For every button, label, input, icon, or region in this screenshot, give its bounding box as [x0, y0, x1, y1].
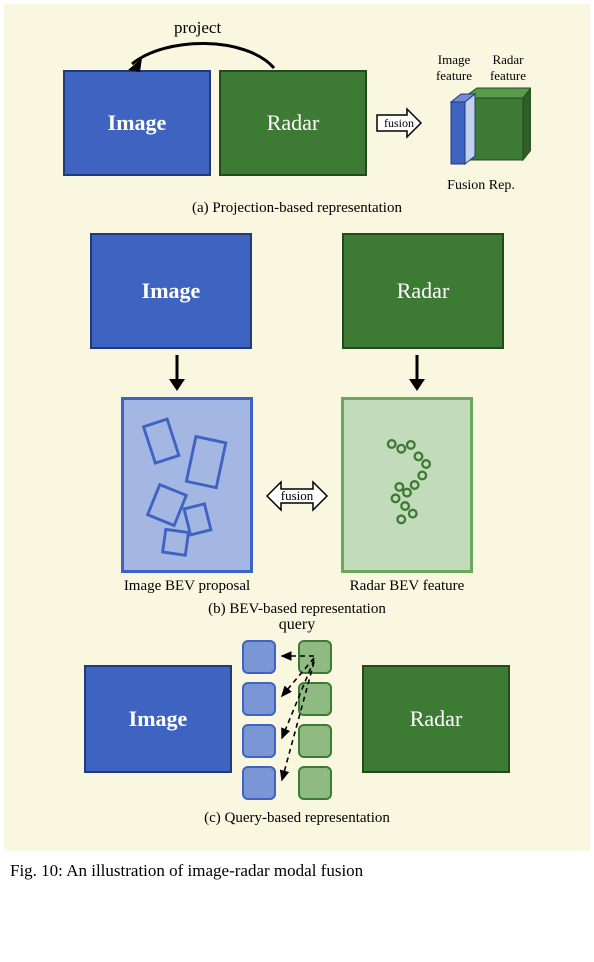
bev-radar-label: Radar BEV feature: [350, 577, 465, 595]
bev-proposals-icon: [124, 400, 250, 570]
bev-radar-box: [341, 397, 473, 573]
image-label-c: Image: [129, 706, 188, 732]
fusion-biarrow-icon: fusion: [265, 478, 329, 514]
query-token-icon: [242, 724, 276, 758]
bev-points-icon: [344, 400, 470, 570]
radar-label-c: Radar: [410, 706, 463, 732]
fusion-arrow-icon-a: fusion: [375, 107, 423, 139]
image-block-c: Image: [84, 665, 232, 773]
bev-image-box: [121, 397, 253, 573]
section-b: Image Radar: [14, 233, 580, 630]
query-token-icon: [298, 682, 332, 716]
image-label-b: Image: [142, 278, 201, 304]
fusion-rep-label: Fusion Rep.: [447, 178, 515, 194]
project-label: project: [174, 18, 221, 38]
query-token-icon: [298, 640, 332, 674]
figure-caption: Fig. 10: An illustration of image-radar …: [0, 855, 594, 883]
section-c: Image query: [14, 634, 580, 839]
fusion-label-b: fusion: [281, 488, 314, 504]
image-block-b: Image: [90, 233, 252, 349]
fusion-label-a: fusion: [384, 116, 414, 131]
figure-panel: project Image Radar fusion Image feature: [4, 4, 590, 851]
fusion-cube-column: Image feature Radar feature F: [431, 52, 531, 194]
down-arrow-icon: [402, 353, 432, 393]
image-block-a: Image: [63, 70, 211, 176]
cube-label-image: Image feature: [431, 52, 477, 84]
query-tokens-image: [242, 640, 276, 800]
down-arrow-icon: [162, 353, 192, 393]
bev-image-label: Image BEV proposal: [124, 577, 250, 595]
query-token-icon: [298, 724, 332, 758]
radar-label-a: Radar: [267, 110, 320, 136]
query-token-icon: [242, 766, 276, 800]
fusion-cube-icon: [431, 84, 531, 174]
radar-label-b: Radar: [397, 278, 450, 304]
query-middle: query: [242, 634, 352, 804]
query-token-icon: [242, 640, 276, 674]
query-token-icon: [298, 766, 332, 800]
query-tokens-radar: [298, 640, 332, 800]
query-label: query: [279, 616, 315, 634]
section-a: project Image Radar fusion Image feature: [14, 16, 580, 229]
caption-c: (c) Query-based representation: [14, 804, 580, 839]
query-token-icon: [242, 682, 276, 716]
image-label-a: Image: [108, 110, 167, 136]
cube-label-radar: Radar feature: [485, 52, 531, 84]
radar-block-a: Radar: [219, 70, 367, 176]
caption-a: (a) Projection-based representation: [14, 194, 580, 229]
radar-block-c: Radar: [362, 665, 510, 773]
radar-block-b: Radar: [342, 233, 504, 349]
